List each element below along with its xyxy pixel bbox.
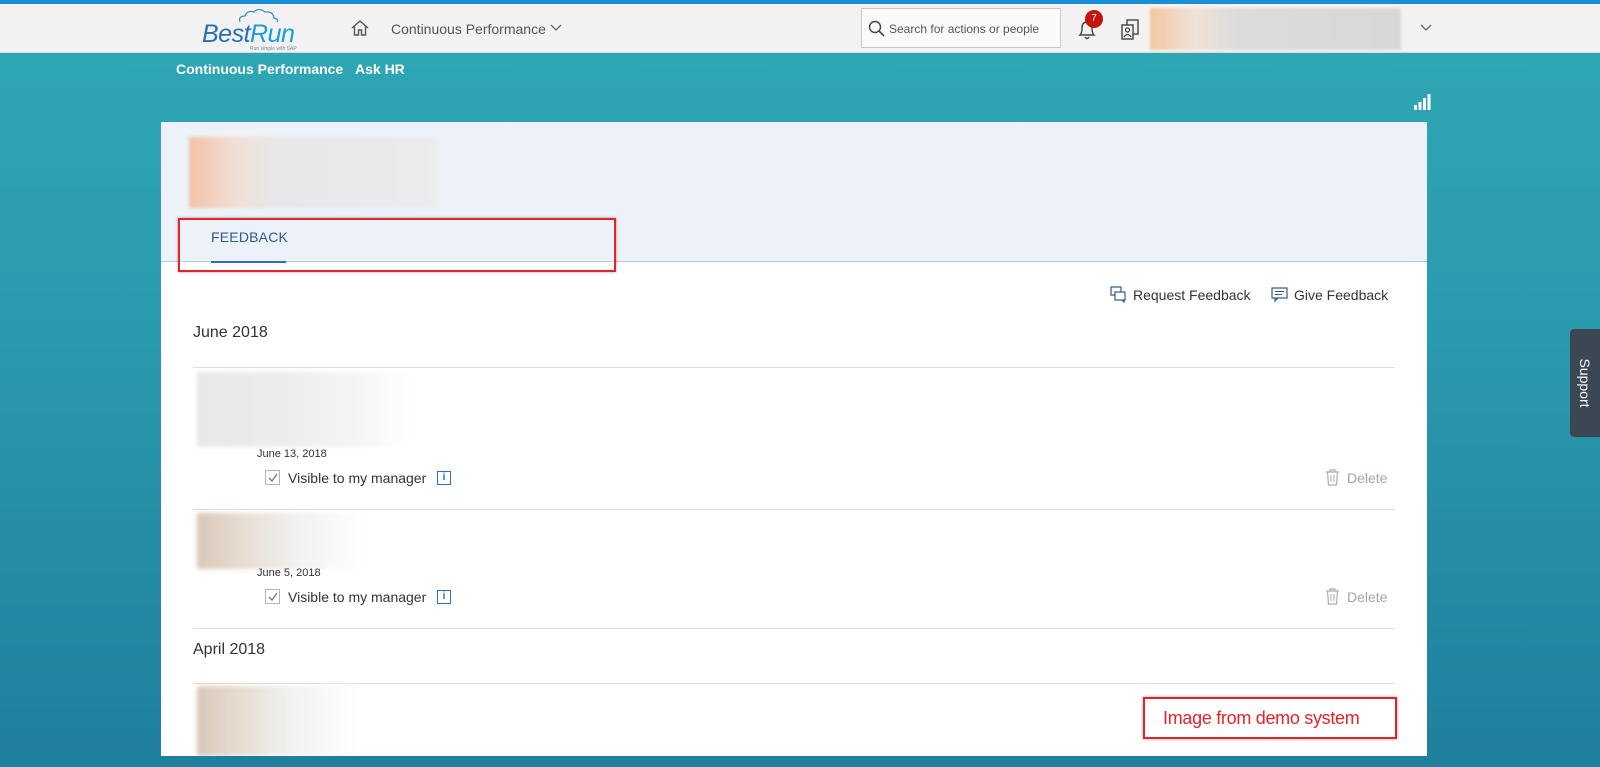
support-tab[interactable]: Support <box>1570 329 1600 437</box>
feedback-date: June 5, 2018 <box>257 567 321 579</box>
feedback-author-card <box>197 372 413 447</box>
delete-label: Delete <box>1347 589 1388 605</box>
feedback-author-card <box>197 513 367 569</box>
visible-to-manager-label: Visible to my manager <box>288 470 427 486</box>
demo-system-annotation: Image from demo system <box>1143 697 1397 739</box>
user-menu-chevron-icon[interactable] <box>1420 24 1432 32</box>
visible-to-manager-checkbox[interactable] <box>265 589 280 604</box>
subnav-continuous-performance[interactable]: Continuous Performance <box>176 61 343 77</box>
app-title-menu[interactable]: Continuous Performance <box>391 21 546 37</box>
delete-label: Delete <box>1347 470 1388 486</box>
logo-text: BestRun <box>202 20 295 49</box>
checkmark-icon <box>268 473 278 483</box>
search-input[interactable]: Search for actions or people <box>861 8 1061 48</box>
logo-run: Run <box>250 20 295 48</box>
subnav-ask-hr[interactable]: Ask HR <box>355 61 405 77</box>
search-placeholder: Search for actions or people <box>889 22 1040 36</box>
info-icon[interactable]: i <box>437 590 451 604</box>
search-icon <box>868 20 885 37</box>
divider <box>193 683 1395 684</box>
home-icon[interactable] <box>350 18 370 38</box>
visible-to-manager-label: Visible to my manager <box>288 589 427 605</box>
request-feedback-label: Request Feedback <box>1133 287 1251 303</box>
give-feedback-icon <box>1271 287 1288 303</box>
feedback-panel: FEEDBACK Request Feedback Give Feedback … <box>161 122 1427 756</box>
divider <box>193 509 1395 510</box>
profile-header: FEEDBACK <box>161 122 1427 272</box>
feedback-date: June 13, 2018 <box>257 448 327 460</box>
trash-icon <box>1326 469 1339 486</box>
checkmark-icon <box>268 592 278 602</box>
logo-tagline: Run simple with SAP <box>250 46 297 52</box>
support-label: Support <box>1577 358 1593 408</box>
notification-badge[interactable]: 7 <box>1085 10 1103 28</box>
info-icon[interactable]: i <box>437 471 451 485</box>
divider <box>193 367 1395 368</box>
feedback-author-card <box>197 686 357 756</box>
request-feedback-icon <box>1110 286 1126 303</box>
section-title-june-2018: June 2018 <box>193 324 268 341</box>
bar-chart-icon[interactable] <box>1413 94 1431 110</box>
shell-bar: BestRun Run simple with SAP Continuous P… <box>0 4 1600 53</box>
user-menu-avatar[interactable] <box>1150 8 1401 50</box>
give-feedback-label: Give Feedback <box>1294 287 1389 303</box>
annotation-highlight-box <box>178 218 616 272</box>
chevron-down-icon[interactable] <box>550 24 562 32</box>
give-feedback-button[interactable]: Give Feedback <box>1271 287 1389 303</box>
pinned-items-icon[interactable] <box>1119 17 1141 41</box>
demo-system-annotation-text: Image from demo system <box>1163 708 1360 728</box>
divider <box>193 628 1395 629</box>
section-title-april-2018: April 2018 <box>193 641 266 658</box>
visible-to-manager-checkbox[interactable] <box>265 470 280 485</box>
trash-icon <box>1326 588 1339 605</box>
logo-best: Best <box>202 20 251 48</box>
employee-profile-card <box>189 137 437 208</box>
request-feedback-button[interactable]: Request Feedback <box>1110 286 1251 303</box>
